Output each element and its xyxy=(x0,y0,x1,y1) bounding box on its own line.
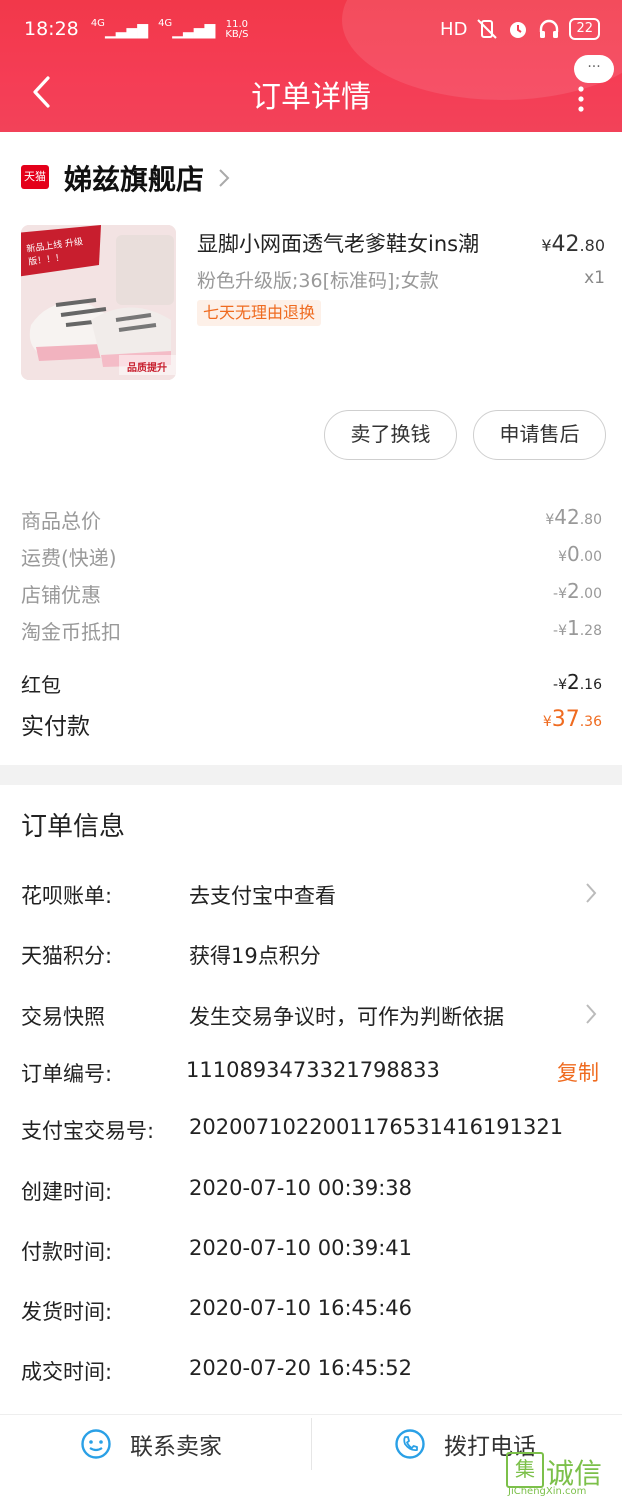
more-options-icon[interactable] xyxy=(576,84,586,114)
signal-icon-1: ▁▃▅▇ xyxy=(104,23,149,39)
bottom-bar-separator xyxy=(311,1418,312,1470)
cost-main: 0 xyxy=(567,542,580,566)
cost-value: ¥0.00 xyxy=(558,542,602,566)
watermark-logo: 集 诚信 JiChengXin.com xyxy=(504,1450,620,1498)
snapshot-label: 交易快照 xyxy=(21,1005,105,1029)
section-separator xyxy=(0,765,622,785)
chevron-right-icon[interactable] xyxy=(216,166,232,190)
status-bar-right: HD 22 xyxy=(440,18,600,40)
alipay-trade-value: 2020071022001176531416191321 xyxy=(189,1115,564,1139)
product-spec: 粉色升级版;36[标准码];女款 xyxy=(197,270,439,292)
cost-decimal: .00 xyxy=(579,586,602,602)
price-decimal: .80 xyxy=(579,236,605,255)
tmall-logo-icon: 天猫 xyxy=(21,165,49,189)
cost-prefix: ¥ xyxy=(545,512,555,528)
points-label: 天猫积分: xyxy=(21,944,113,968)
cost-main: 42 xyxy=(554,505,580,529)
product-image[interactable]: 新品上线 升级版！！！ 品质提升 xyxy=(21,225,176,380)
cost-prefix: -¥ xyxy=(553,623,567,639)
store-name[interactable]: 娣兹旗舰店 xyxy=(64,158,204,198)
status-time: 18:28 xyxy=(24,18,79,40)
contact-seller-button[interactable]: 联系卖家 xyxy=(80,1422,270,1466)
signal-icon-2: ▁▃▅▇ xyxy=(172,23,216,39)
snapshot-value[interactable]: 发生交易争议时，可作为判断依据 xyxy=(189,1001,504,1031)
shipped-time-label: 发货时间: xyxy=(21,1300,113,1324)
battery-indicator: 22 xyxy=(569,18,600,40)
cost-label: 红包 xyxy=(21,673,61,697)
more-menu-bubble[interactable]: ··· xyxy=(574,55,614,83)
alarm-icon xyxy=(510,22,527,38)
alipay-trade-label: 支付宝交易号: xyxy=(21,1119,155,1143)
cost-value: -¥2.00 xyxy=(553,579,602,603)
cost-main: 2 xyxy=(567,579,580,603)
cost-label: 店铺优惠 xyxy=(21,583,101,607)
total-prefix: ¥ xyxy=(542,714,552,730)
contact-seller-label: 联系卖家 xyxy=(130,1434,222,1460)
cost-decimal: .28 xyxy=(579,623,602,639)
total-main: 37 xyxy=(551,707,580,732)
cost-main: 2 xyxy=(567,670,580,694)
cost-prefix: -¥ xyxy=(553,677,567,693)
watermark-subtext: JiChengXin.com xyxy=(508,1486,587,1497)
copy-button[interactable]: 复制 xyxy=(557,1057,599,1087)
sell-button[interactable]: 卖了换钱 xyxy=(324,410,457,460)
status-bar-left: 18:28 4G▁▃▅▇ 4G▁▃▅▇ 11.0 KB/S xyxy=(24,18,248,40)
mute-vibrate-icon xyxy=(477,19,498,39)
total-label: 实付款 xyxy=(21,714,90,740)
after-sale-button[interactable]: 申请售后 xyxy=(473,410,606,460)
network-speed-unit: KB/S xyxy=(225,28,249,40)
cost-value: -¥2.16 xyxy=(553,670,602,694)
total-decimal: .36 xyxy=(579,714,602,730)
price-symbol: ¥ xyxy=(541,236,552,255)
completed-time-label: 成交时间: xyxy=(21,1360,113,1384)
product-title[interactable]: 显脚小网面透气老爹鞋女ins潮 xyxy=(197,228,479,258)
bottom-bar-divider xyxy=(0,1414,622,1415)
completed-time-value: 2020-07-20 16:45:52 xyxy=(189,1356,413,1380)
product-quantity: x1 xyxy=(584,268,605,288)
created-time-label: 创建时间: xyxy=(21,1180,113,1204)
cost-main: 1 xyxy=(567,616,580,640)
watermark-seal-icon: 集 xyxy=(506,1452,544,1488)
paid-time-label: 付款时间: xyxy=(21,1240,113,1264)
product-price: ¥42.80 xyxy=(541,232,605,257)
cost-label: 运费(快递) xyxy=(21,546,117,570)
network-type-1: 4G xyxy=(90,18,105,29)
points-value: 获得19点积分 xyxy=(189,944,321,968)
cost-decimal: .16 xyxy=(579,677,602,693)
cost-decimal: .00 xyxy=(579,549,602,565)
network-type-2: 4G xyxy=(158,18,173,29)
chevron-right-icon[interactable] xyxy=(585,882,597,904)
cost-prefix: ¥ xyxy=(558,549,567,565)
return-policy-badge: 七天无理由退换 xyxy=(197,300,322,326)
order-number-value: 1110893473321798833 xyxy=(186,1058,440,1082)
chevron-right-icon[interactable] xyxy=(585,1003,597,1025)
page-title: 订单详情 xyxy=(251,80,371,115)
cost-value: -¥1.28 xyxy=(553,616,602,640)
hd-indicator: HD xyxy=(440,18,468,40)
headphones-icon xyxy=(540,19,559,38)
phone-icon xyxy=(395,1429,425,1459)
chat-face-icon xyxy=(81,1429,111,1459)
created-time-value: 2020-07-10 00:39:38 xyxy=(189,1176,413,1200)
total-value: ¥37.36 xyxy=(543,707,602,732)
product-image-caption: 品质提升 xyxy=(127,363,167,374)
huabei-label: 花呗账单: xyxy=(21,884,113,908)
shipped-time-value: 2020-07-10 16:45:46 xyxy=(189,1296,413,1320)
huabei-value[interactable]: 去支付宝中查看 xyxy=(189,880,336,910)
order-info-title: 订单信息 xyxy=(21,812,126,842)
order-number-label: 订单编号: xyxy=(21,1062,113,1086)
cost-label: 商品总价 xyxy=(21,509,101,533)
price-main: 42 xyxy=(551,232,580,257)
cost-label: 淘金币抵扣 xyxy=(21,620,121,644)
cost-value: ¥42.80 xyxy=(545,505,602,529)
cost-prefix: -¥ xyxy=(553,586,567,602)
paid-time-value: 2020-07-10 00:39:41 xyxy=(189,1236,413,1260)
cost-decimal: .80 xyxy=(579,512,602,528)
